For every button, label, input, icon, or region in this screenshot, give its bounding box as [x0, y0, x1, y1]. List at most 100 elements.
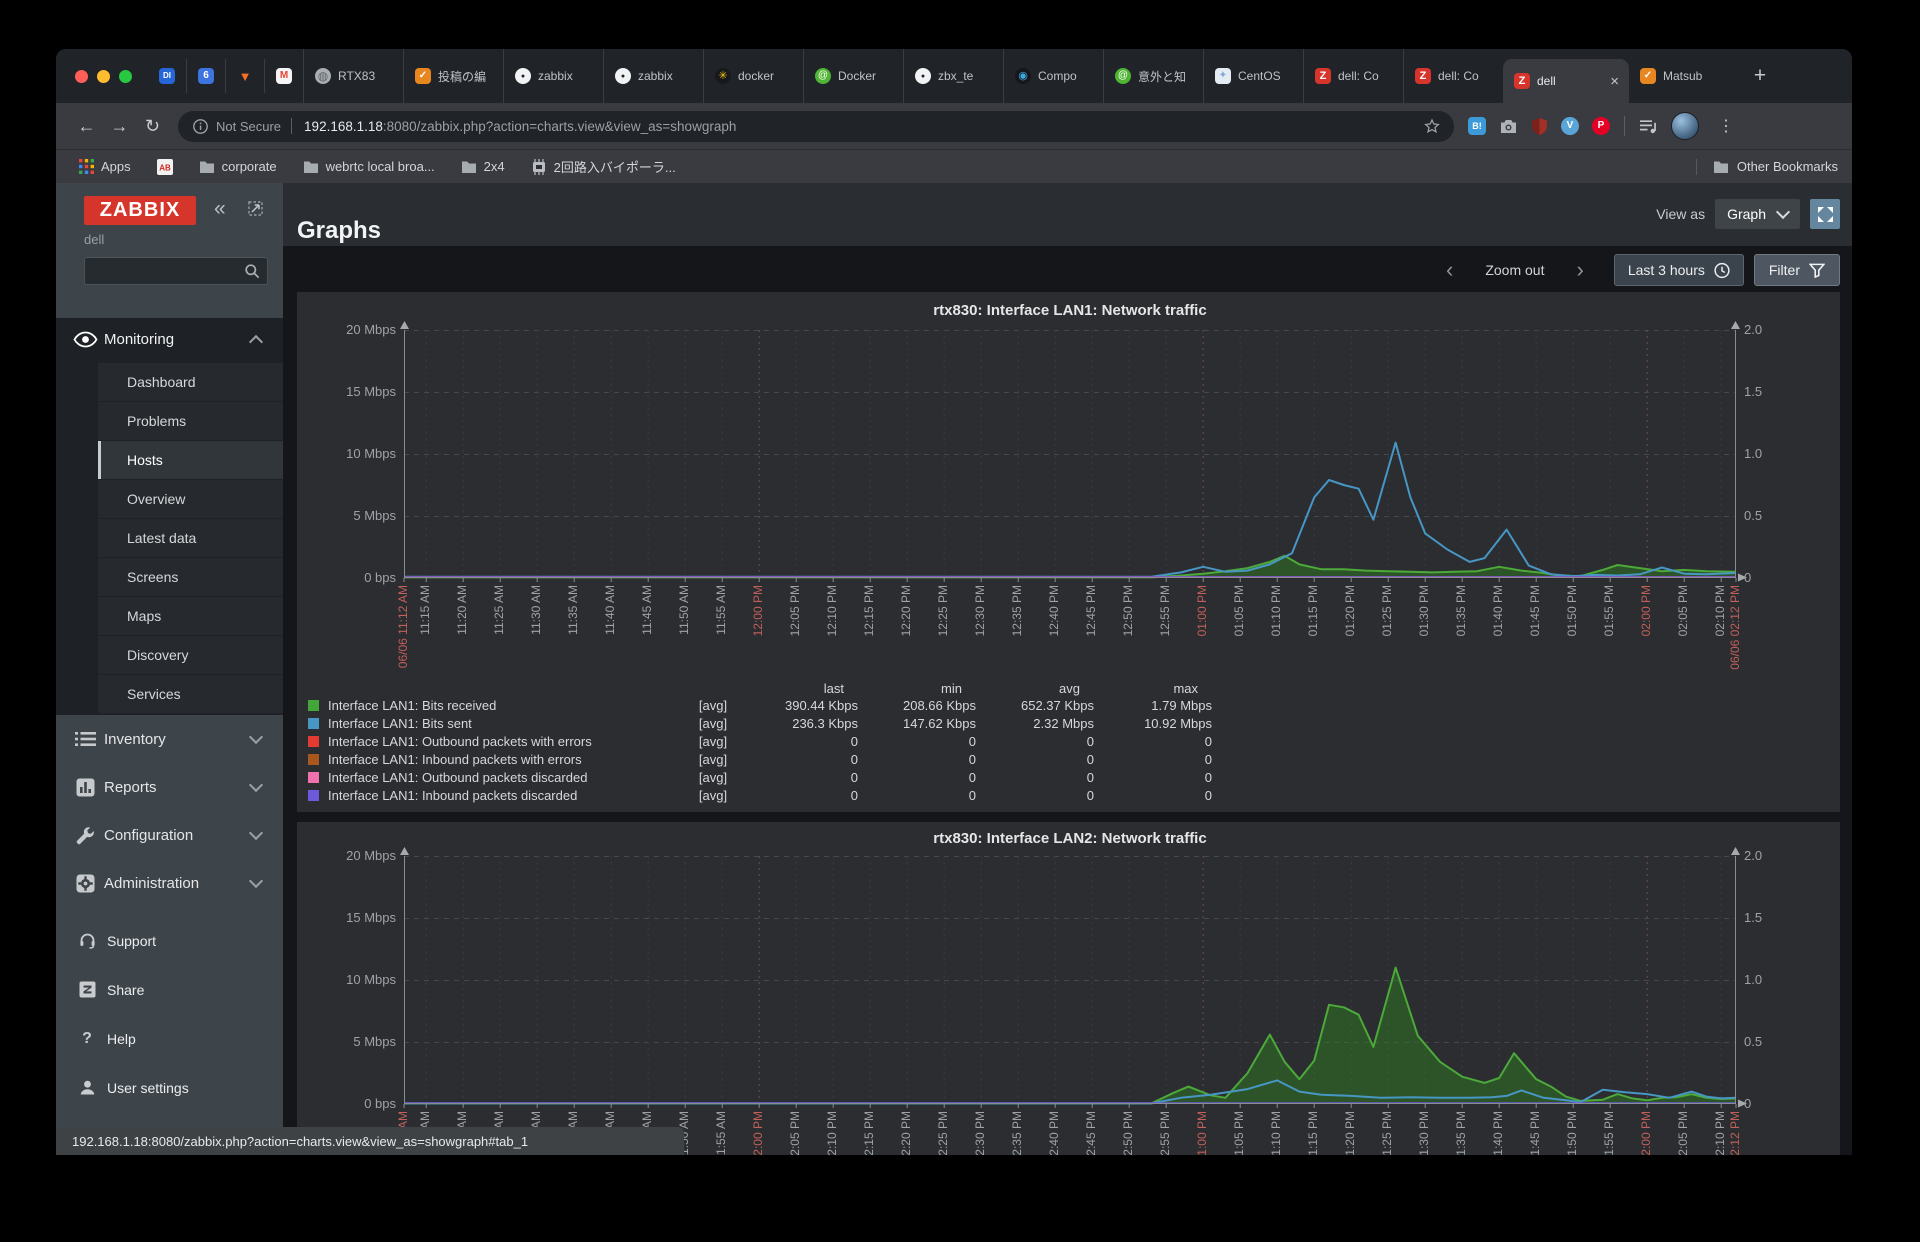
tab-title: zabbix — [638, 69, 695, 83]
browser-tab[interactable]: ◉Compo — [1003, 49, 1103, 103]
playlist-extension-icon[interactable] — [1638, 118, 1658, 134]
sidebar-footer-support[interactable]: Support — [56, 916, 283, 965]
browser-tab[interactable]: ●zbx_te — [903, 49, 1003, 103]
sidebar-section-label: Inventory — [104, 731, 251, 748]
filter-button[interactable]: Filter — [1754, 254, 1840, 286]
kiosk-mode-button[interactable] — [1810, 199, 1840, 229]
bookmark-item[interactable]: 2x4 — [461, 159, 505, 175]
sidebar-footer-label: User settings — [107, 1080, 189, 1096]
browser-tab[interactable]: ◍RTX83 — [303, 49, 403, 103]
y2-axis-label: 1.0 — [1744, 972, 1804, 987]
bookmark-item[interactable]: corporate — [199, 159, 277, 175]
zoom-window-button[interactable] — [119, 70, 132, 83]
chart-plot-area[interactable] — [404, 856, 1736, 1104]
pinned-tab[interactable]: ▼ — [225, 59, 264, 93]
browser-tab[interactable]: Zdell: Co — [1403, 49, 1503, 103]
time-range-button[interactable]: Last 3 hours — [1614, 254, 1744, 286]
bookmark-item[interactable]: 2回路入バイポーラ... — [531, 157, 676, 176]
sidebar-item-services[interactable]: Services — [98, 675, 283, 713]
apps-icon — [78, 159, 94, 175]
pinterest-extension-icon[interactable]: P — [1592, 117, 1610, 135]
browser-tab[interactable]: ✦CentOS — [1203, 49, 1303, 103]
browser-tab[interactable]: ●zabbix — [603, 49, 703, 103]
sidebar-footer-help[interactable]: ?Help — [56, 1014, 283, 1063]
sidebar-item-screens[interactable]: Screens — [98, 558, 283, 596]
x-axis-label: 01:55 PM — [1602, 1111, 1616, 1155]
browser-tab[interactable]: ✳docker — [703, 49, 803, 103]
bookmark-label: Apps — [101, 159, 131, 174]
profile-avatar[interactable] — [1671, 112, 1699, 140]
sidebar-item-latest-data[interactable]: Latest data — [98, 519, 283, 557]
browser-menu-icon[interactable]: ⋮ — [1712, 116, 1740, 136]
zabbix-favicon: Z — [1415, 68, 1431, 84]
sidebar-item-hosts[interactable]: Hosts — [98, 441, 283, 479]
reload-button[interactable]: ↻ — [136, 116, 169, 137]
pinned-tab[interactable]: 6 — [186, 59, 225, 93]
hatena-bookmark-extension-icon[interactable]: B! — [1468, 117, 1486, 135]
legend-color-swatch — [308, 790, 319, 801]
time-shift-back-button[interactable]: ‹ — [1438, 255, 1461, 285]
vimeo-extension-icon[interactable]: V — [1561, 117, 1579, 135]
x-axis-label: 11:40 AM — [603, 585, 617, 635]
sidebar-section-configuration[interactable]: Configuration — [56, 811, 283, 859]
sidebar-item-overview[interactable]: Overview — [98, 480, 283, 518]
chart-title: rtx830: Interface LAN2: Network traffic — [404, 830, 1736, 847]
sidebar-footer-user-settings[interactable]: User settings — [56, 1063, 283, 1112]
other-bookmarks[interactable]: Other Bookmarks — [1696, 159, 1838, 175]
sidebar-section-administration[interactable]: Administration — [56, 859, 283, 907]
browser-tab[interactable]: ●zabbix — [503, 49, 603, 103]
info-icon[interactable] — [192, 118, 208, 134]
pinned-tab[interactable]: DI — [148, 59, 186, 93]
hide-sidebar-icon[interactable] — [248, 201, 263, 221]
chart-plot-area[interactable] — [404, 330, 1736, 578]
browser-tab-active[interactable]: Zdell× — [1503, 59, 1629, 103]
browser-tab[interactable]: ✓Matsub — [1629, 49, 1729, 103]
time-shift-forward-button[interactable]: › — [1568, 255, 1591, 285]
legend-header: max — [1100, 680, 1218, 697]
chart-panel-lan1: rtx830: Interface LAN1: Network traffic … — [297, 292, 1840, 812]
camera-extension-icon[interactable] — [1499, 117, 1517, 135]
browser-tab[interactable]: @Docker — [803, 49, 903, 103]
docker-search-favicon: ✳ — [715, 68, 731, 84]
y-axis-label: 0 bps — [297, 570, 396, 585]
bookmark-star-icon[interactable] — [1424, 118, 1440, 134]
browser-tab[interactable]: @意外と知 — [1103, 49, 1203, 103]
pinned-tab[interactable]: M — [264, 59, 303, 93]
x-axis-label: 01:30 PM — [1417, 1111, 1431, 1155]
wrench-icon — [72, 826, 98, 845]
address-bar[interactable]: Not Secure 192.168.1.18:8080/zabbix.php?… — [178, 111, 1454, 142]
sidebar-section-monitoring[interactable]: Monitoring — [56, 318, 283, 360]
bookmark-item[interactable]: Apps — [78, 159, 131, 175]
tab-close-icon[interactable]: × — [1608, 73, 1621, 90]
sidebar-section-reports[interactable]: Reports — [56, 763, 283, 811]
view-as-select[interactable]: Graph — [1715, 199, 1800, 229]
close-window-button[interactable] — [75, 70, 88, 83]
zabbix-logo[interactable]: ZABBIX — [84, 196, 196, 225]
sidebar-item-problems[interactable]: Problems — [98, 402, 283, 440]
bookmark-item[interactable]: AB — [157, 159, 173, 175]
x-axis-label: 12:55 PM — [1158, 585, 1172, 636]
x-axis-label: 12:35 PM — [1010, 585, 1024, 636]
minimize-window-button[interactable] — [97, 70, 110, 83]
folder-icon — [1713, 159, 1729, 175]
browser-tab[interactable]: ✓投稿の編 — [403, 49, 503, 103]
sidebar-search-input[interactable] — [84, 257, 268, 285]
new-tab-button[interactable]: + — [1743, 64, 1777, 88]
sidebar-footer: SupportShare?Help User settings — [56, 916, 283, 1112]
zoom-out-button[interactable]: Zoom out — [1485, 262, 1544, 278]
tab-title: 意外と知 — [1138, 68, 1195, 85]
browser-window: DI6▼M ◍RTX83✓投稿の編●zabbix●zabbix✳docker@D… — [56, 49, 1852, 1155]
x-axis-label: 12:10 PM — [825, 585, 839, 636]
sidebar-footer-share[interactable]: Share — [56, 965, 283, 1014]
browser-tab[interactable]: Zdell: Co — [1303, 49, 1403, 103]
sidebar-section-inventory[interactable]: Inventory — [56, 715, 283, 763]
bookmark-item[interactable]: webrtc local broa... — [303, 159, 435, 175]
collapse-sidebar-icon[interactable]: « — [214, 197, 226, 221]
ublock-origin-extension-icon[interactable] — [1530, 117, 1548, 135]
sidebar-item-maps[interactable]: Maps — [98, 597, 283, 635]
sidebar-item-dashboard[interactable]: Dashboard — [98, 363, 283, 401]
legend-item-label: Interface LAN1: Bits received — [328, 697, 680, 715]
back-button[interactable]: ← — [70, 116, 103, 137]
forward-button[interactable]: → — [103, 116, 136, 137]
sidebar-item-discovery[interactable]: Discovery — [98, 636, 283, 674]
